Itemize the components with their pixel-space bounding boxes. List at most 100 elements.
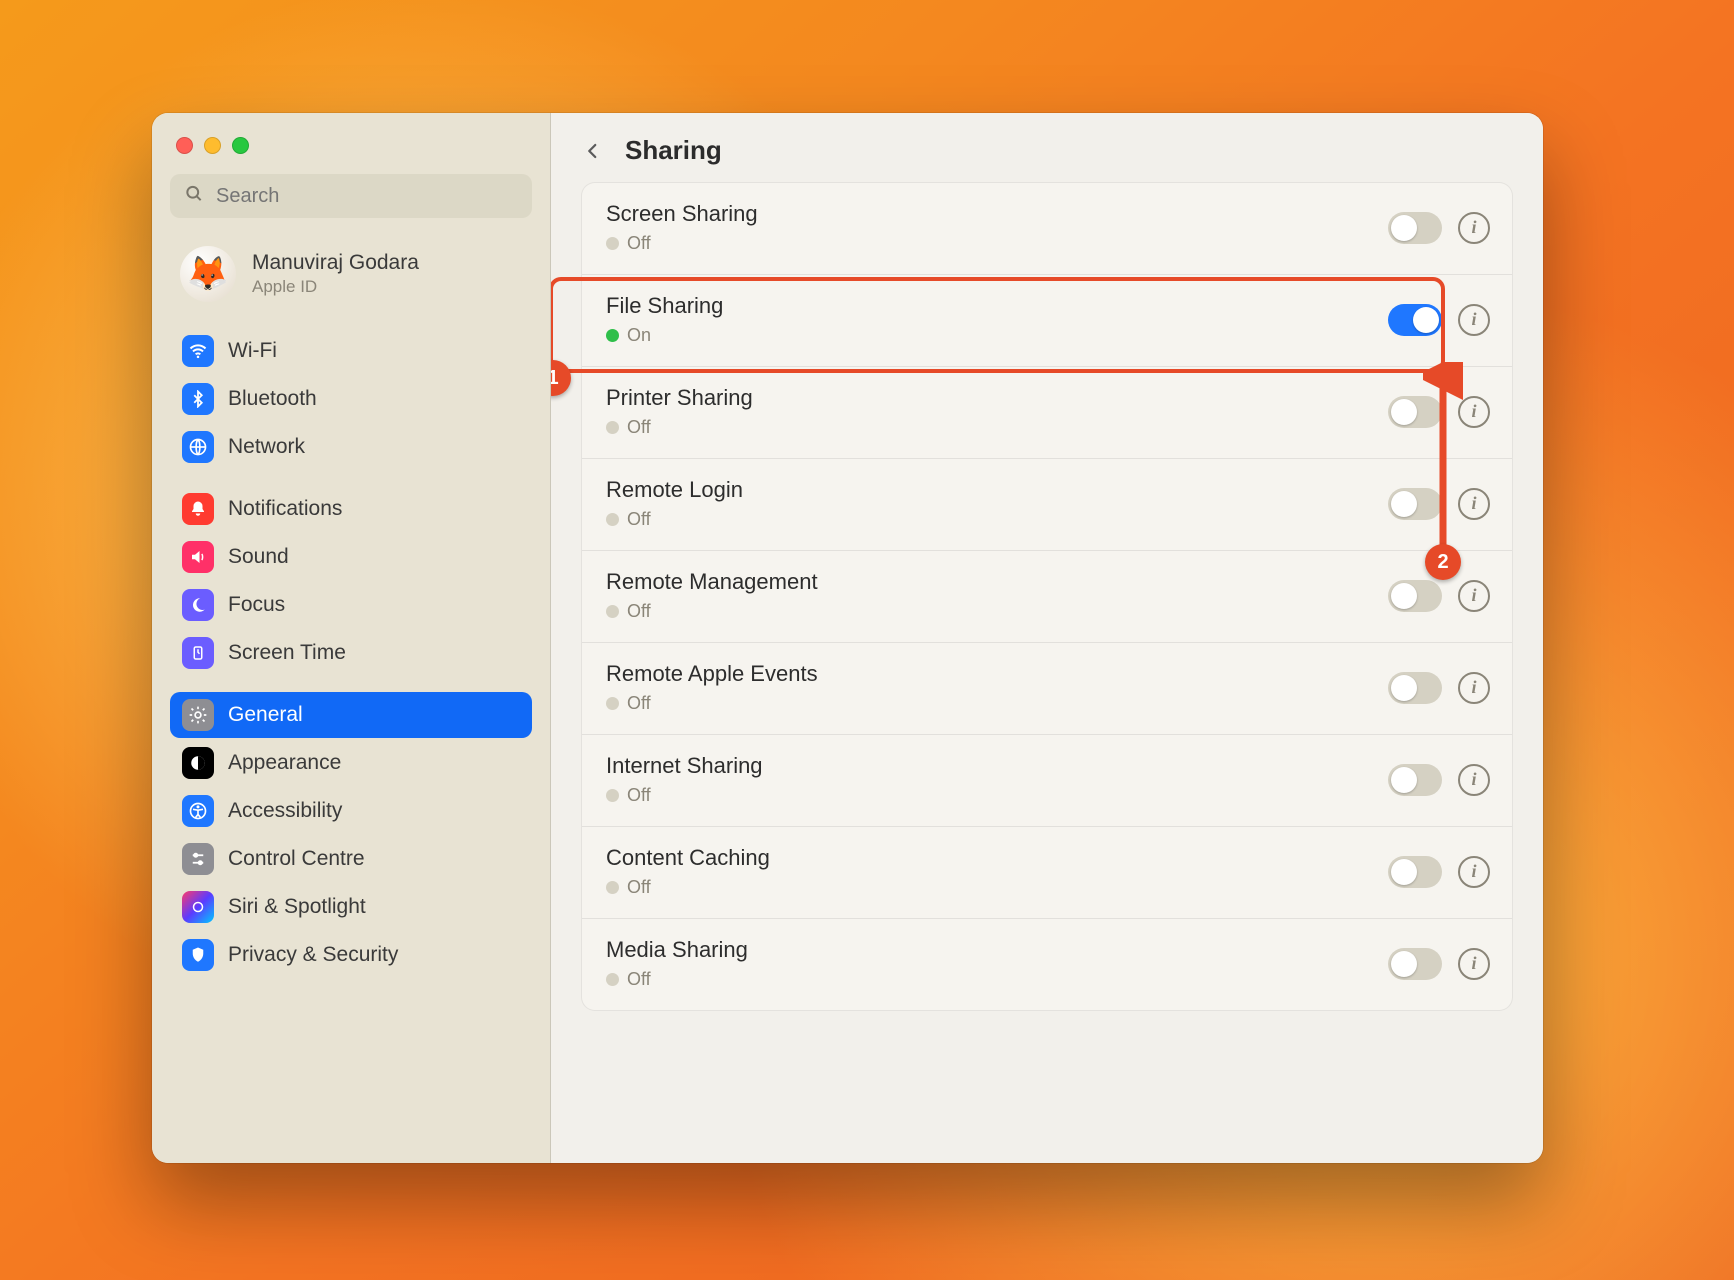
general-icon — [182, 699, 214, 731]
info-button-screen-sharing[interactable]: i — [1458, 212, 1490, 244]
sidebar-item-siri-spotlight[interactable]: Siri & Spotlight — [170, 884, 532, 930]
info-button-remote-apple-events[interactable]: i — [1458, 672, 1490, 704]
sidebar-item-label: Appearance — [228, 751, 341, 775]
siri-icon — [182, 891, 214, 923]
accessibility-icon — [182, 795, 214, 827]
status-dot-icon — [606, 513, 619, 526]
focus-icon — [182, 589, 214, 621]
sidebar-item-sound[interactable]: Sound — [170, 534, 532, 580]
row-status: Off — [627, 233, 651, 254]
page-title: Sharing — [625, 135, 722, 166]
sidebar-item-appearance[interactable]: Appearance — [170, 740, 532, 786]
toggle-screen-sharing[interactable] — [1388, 212, 1442, 244]
sidebar-item-bluetooth[interactable]: Bluetooth — [170, 376, 532, 422]
sharing-list: Screen Sharing Off i File Sharing On i — [581, 182, 1513, 1011]
status-dot-icon — [606, 697, 619, 710]
row-title: Internet Sharing — [606, 753, 1388, 779]
row-remote-apple-events: Remote Apple Events Off i — [582, 643, 1512, 735]
toggle-media-sharing[interactable] — [1388, 948, 1442, 980]
minimize-window-button[interactable] — [204, 137, 221, 154]
row-title: Remote Management — [606, 569, 1388, 595]
toggle-remote-apple-events[interactable] — [1388, 672, 1442, 704]
titlebar: Sharing — [551, 113, 1543, 182]
sidebar-item-label: General — [228, 703, 303, 727]
info-button-media-sharing[interactable]: i — [1458, 948, 1490, 980]
close-window-button[interactable] — [176, 137, 193, 154]
sidebar-item-label: Bluetooth — [228, 387, 317, 411]
status-dot-icon — [606, 605, 619, 618]
toggle-remote-management[interactable] — [1388, 580, 1442, 612]
status-dot-icon — [606, 881, 619, 894]
row-status: Off — [627, 601, 651, 622]
row-title: File Sharing — [606, 293, 1388, 319]
info-button-internet-sharing[interactable]: i — [1458, 764, 1490, 796]
sidebar-item-control-centre[interactable]: Control Centre — [170, 836, 532, 882]
privacy-icon — [182, 939, 214, 971]
apple-id-account-row[interactable]: 🦊 Manuviraj Godara Apple ID — [152, 236, 550, 324]
row-remote-login: Remote Login Off i — [582, 459, 1512, 551]
status-dot-icon — [606, 329, 619, 342]
toggle-internet-sharing[interactable] — [1388, 764, 1442, 796]
toggle-remote-login[interactable] — [1388, 488, 1442, 520]
sidebar-item-label: Screen Time — [228, 641, 346, 665]
row-internet-sharing: Internet Sharing Off i — [582, 735, 1512, 827]
row-status: Off — [627, 785, 651, 806]
info-button-content-caching[interactable]: i — [1458, 856, 1490, 888]
sidebar-item-general[interactable]: General — [170, 692, 532, 738]
sharing-content: Screen Sharing Off i File Sharing On i — [551, 182, 1543, 1163]
toggle-file-sharing[interactable] — [1388, 304, 1442, 336]
sidebar: 🦊 Manuviraj Godara Apple ID Wi-Fi — [152, 113, 551, 1163]
info-button-printer-sharing[interactable]: i — [1458, 396, 1490, 428]
sound-icon — [182, 541, 214, 573]
network-icon — [182, 431, 214, 463]
row-status: Off — [627, 417, 651, 438]
sidebar-item-network[interactable]: Network — [170, 424, 532, 470]
row-status: On — [627, 325, 651, 346]
row-title: Content Caching — [606, 845, 1388, 871]
appearance-icon — [182, 747, 214, 779]
row-printer-sharing: Printer Sharing Off i — [582, 367, 1512, 459]
row-content-caching: Content Caching Off i — [582, 827, 1512, 919]
screen-time-icon — [182, 637, 214, 669]
sidebar-item-notifications[interactable]: Notifications — [170, 486, 532, 532]
notifications-icon — [182, 493, 214, 525]
search-input[interactable] — [170, 174, 532, 218]
status-dot-icon — [606, 789, 619, 802]
sidebar-item-accessibility[interactable]: Accessibility — [170, 788, 532, 834]
main-content: Sharing Screen Sharing Off i File S — [551, 113, 1543, 1163]
status-dot-icon — [606, 973, 619, 986]
info-button-file-sharing[interactable]: i — [1458, 304, 1490, 336]
row-status: Off — [627, 509, 651, 530]
sidebar-item-privacy-security[interactable]: Privacy & Security — [170, 932, 532, 978]
status-dot-icon — [606, 237, 619, 250]
sidebar-item-wifi[interactable]: Wi-Fi — [170, 328, 532, 374]
sidebar-item-screen-time[interactable]: Screen Time — [170, 630, 532, 676]
window-controls — [152, 127, 550, 168]
row-remote-management: Remote Management Off i — [582, 551, 1512, 643]
info-button-remote-login[interactable]: i — [1458, 488, 1490, 520]
sidebar-item-label: Notifications — [228, 497, 342, 521]
back-button[interactable] — [579, 137, 607, 165]
row-title: Screen Sharing — [606, 201, 1388, 227]
row-media-sharing: Media Sharing Off i — [582, 919, 1512, 1010]
sidebar-item-focus[interactable]: Focus — [170, 582, 532, 628]
sidebar-item-label: Sound — [228, 545, 289, 569]
sidebar-item-label: Network — [228, 435, 305, 459]
sidebar-item-label: Wi-Fi — [228, 339, 277, 363]
row-title: Media Sharing — [606, 937, 1388, 963]
row-screen-sharing: Screen Sharing Off i — [582, 183, 1512, 275]
info-button-remote-management[interactable]: i — [1458, 580, 1490, 612]
row-title: Remote Login — [606, 477, 1388, 503]
sidebar-item-label: Accessibility — [228, 799, 342, 823]
fullscreen-window-button[interactable] — [232, 137, 249, 154]
wifi-icon — [182, 335, 214, 367]
row-title: Printer Sharing — [606, 385, 1388, 411]
toggle-printer-sharing[interactable] — [1388, 396, 1442, 428]
search-icon — [184, 184, 204, 209]
sidebar-item-label: Control Centre — [228, 847, 365, 871]
row-status: Off — [627, 693, 651, 714]
row-file-sharing: File Sharing On i — [582, 275, 1512, 367]
toggle-content-caching[interactable] — [1388, 856, 1442, 888]
row-title: Remote Apple Events — [606, 661, 1388, 687]
row-status: Off — [627, 969, 651, 990]
